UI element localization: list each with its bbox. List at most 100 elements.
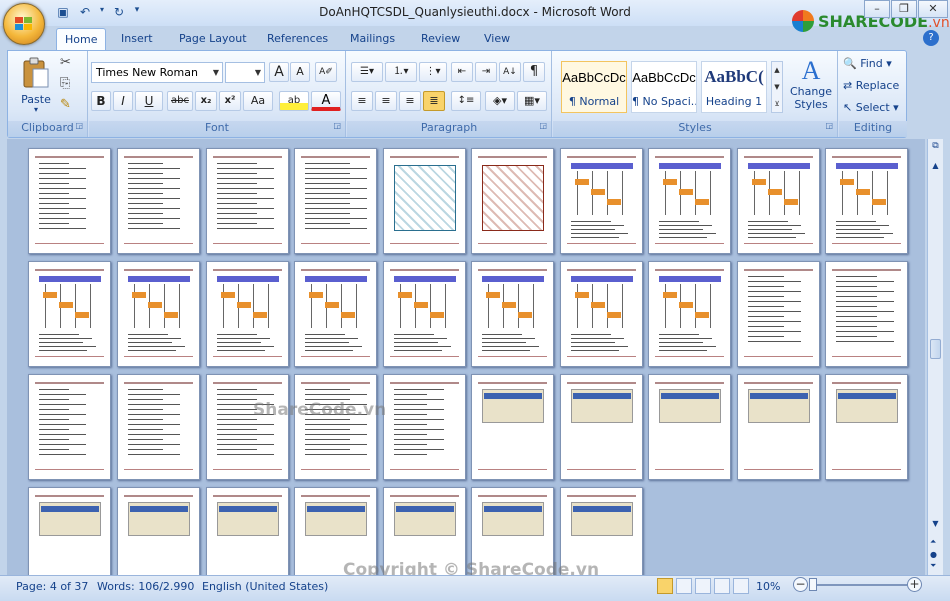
page-thumbnail[interactable]	[560, 374, 643, 480]
page-thumbnail[interactable]	[206, 261, 289, 367]
multilevel-list-icon[interactable]: ⋮▾	[419, 62, 447, 82]
page-thumbnail[interactable]	[471, 374, 554, 480]
page-thumbnail[interactable]	[825, 374, 908, 480]
tab-review[interactable]: Review	[413, 28, 468, 50]
borders-icon[interactable]: ▦▾	[517, 91, 547, 111]
style-normal[interactable]: AaBbCcDc ¶ Normal	[561, 61, 627, 113]
page-thumbnail[interactable]	[560, 261, 643, 367]
bullets-icon[interactable]: ☰▾	[351, 62, 383, 82]
style-no-spacing[interactable]: AaBbCcDc ¶ No Spaci...	[631, 61, 697, 113]
page-count-status[interactable]: Page: 4 of 37	[16, 580, 88, 593]
scroll-up-icon[interactable]: ▲	[930, 161, 941, 173]
change-case-button[interactable]: Aa	[243, 91, 273, 111]
bold-button[interactable]: B	[91, 91, 111, 111]
change-styles-button[interactable]: A Change Styles	[787, 57, 835, 117]
scroll-thumb[interactable]	[930, 339, 941, 359]
undo-dropdown-icon[interactable]: ▾	[98, 5, 106, 21]
grow-font-button[interactable]: A	[269, 62, 289, 82]
clear-formatting-icon[interactable]: A✐	[315, 62, 337, 82]
page-thumbnail[interactable]	[117, 374, 200, 480]
tab-references[interactable]: References	[259, 28, 336, 50]
page-thumbnail[interactable]	[294, 374, 377, 480]
page-thumbnail[interactable]	[117, 148, 200, 254]
paste-button[interactable]: Paste ▾	[18, 55, 54, 114]
page-thumbnail[interactable]	[206, 374, 289, 480]
select-button[interactable]: ↖ Select ▾	[843, 101, 899, 114]
outline-icon[interactable]	[714, 578, 730, 594]
zoom-slider-thumb[interactable]	[809, 578, 817, 591]
strikethrough-button[interactable]: abc	[167, 91, 193, 111]
page-thumbnail[interactable]	[294, 261, 377, 367]
shading-icon[interactable]: ◈▾	[485, 91, 515, 111]
page-thumbnail[interactable]	[737, 374, 820, 480]
word-count-status[interactable]: Words: 106/2.990	[97, 580, 194, 593]
styles-dialog-launcher-icon[interactable]: ◲	[825, 121, 833, 130]
page-thumbnail[interactable]	[737, 261, 820, 367]
decrease-indent-icon[interactable]: ⇤	[451, 62, 473, 82]
full-screen-reading-icon[interactable]	[676, 578, 692, 594]
dialog-launcher-icon[interactable]: ◲	[75, 121, 83, 130]
underline-button[interactable]: U	[135, 91, 163, 111]
page-thumbnail[interactable]	[383, 148, 466, 254]
tab-page-layout[interactable]: Page Layout	[171, 28, 255, 50]
page-thumbnail[interactable]	[383, 261, 466, 367]
justify-icon[interactable]: ≣	[423, 91, 445, 111]
sort-button[interactable]: A↓	[499, 62, 521, 82]
replace-button[interactable]: ⇄ Replace	[843, 79, 899, 92]
tab-insert[interactable]: Insert	[113, 28, 161, 50]
page-thumbnail[interactable]	[648, 374, 731, 480]
align-center-icon[interactable]: ≡	[375, 91, 397, 111]
scroll-down-icon[interactable]: ▼	[930, 519, 941, 531]
page-thumbnail[interactable]	[471, 261, 554, 367]
page-thumbnail[interactable]	[383, 374, 466, 480]
font-family-combo[interactable]: Times New Roman ▼	[91, 62, 223, 83]
page-thumbnail[interactable]	[648, 261, 731, 367]
save-icon[interactable]: ▣	[54, 5, 72, 21]
draft-icon[interactable]	[733, 578, 749, 594]
next-page-icon[interactable]: ⏷	[930, 561, 936, 571]
ruler-toggle-icon[interactable]: ⧉	[929, 141, 942, 154]
redo-icon[interactable]: ↻	[110, 5, 128, 21]
paragraph-dialog-launcher-icon[interactable]: ◲	[539, 121, 547, 130]
page-thumbnail[interactable]	[28, 374, 111, 480]
page-thumbnail[interactable]	[471, 148, 554, 254]
maximize-button[interactable]: ❐	[891, 0, 917, 18]
superscript-button[interactable]: x²	[219, 91, 241, 111]
page-thumbnail[interactable]	[28, 261, 111, 367]
font-dialog-launcher-icon[interactable]: ◲	[333, 121, 341, 130]
tab-view[interactable]: View	[476, 28, 518, 50]
zoom-level[interactable]: 10%	[756, 580, 780, 593]
language-status[interactable]: English (United States)	[202, 580, 328, 593]
minimize-button[interactable]: –	[864, 0, 890, 18]
page-thumbnail[interactable]	[28, 148, 111, 254]
style-heading-1[interactable]: AaBbC(Heading 1	[701, 61, 767, 113]
zoom-slider-track[interactable]	[812, 584, 907, 586]
zoom-out-button[interactable]: −	[793, 577, 808, 592]
numbering-icon[interactable]: ⒈▾	[385, 62, 417, 82]
line-spacing-icon[interactable]: ↕≡	[451, 91, 481, 111]
subscript-button[interactable]: x₂	[195, 91, 217, 111]
styles-scroll[interactable]: ▲ ▼ ⊻	[771, 61, 783, 113]
vertical-scrollbar[interactable]: ⧉ ▲ ▼ ⏶ ● ⏷	[927, 139, 943, 575]
customize-qat-icon[interactable]: ▾	[132, 5, 142, 21]
highlight-color-icon[interactable]: ab	[279, 91, 309, 111]
close-button[interactable]: ✕	[918, 0, 948, 18]
font-size-combo[interactable]: ▼	[225, 62, 265, 83]
shrink-font-button[interactable]: A	[290, 62, 310, 82]
page-thumbnail[interactable]	[825, 261, 908, 367]
italic-button[interactable]: I	[113, 91, 133, 111]
find-button[interactable]: 🔍 Find ▾	[843, 57, 892, 70]
tab-home[interactable]: Home	[56, 28, 107, 52]
previous-page-icon[interactable]: ⏶	[930, 537, 936, 547]
page-thumbnail[interactable]	[117, 261, 200, 367]
page-thumbnail[interactable]	[737, 148, 820, 254]
select-browse-object-icon[interactable]: ●	[930, 550, 937, 559]
document-workspace[interactable]	[7, 139, 925, 593]
zoom-in-button[interactable]: +	[907, 577, 922, 592]
font-color-icon[interactable]: A	[311, 91, 341, 111]
page-thumbnail[interactable]	[648, 148, 731, 254]
page-thumbnail[interactable]	[294, 148, 377, 254]
show-hide-button[interactable]: ¶	[523, 62, 545, 82]
copy-icon[interactable]: ⎘	[60, 76, 70, 91]
align-left-icon[interactable]: ≡	[351, 91, 373, 111]
